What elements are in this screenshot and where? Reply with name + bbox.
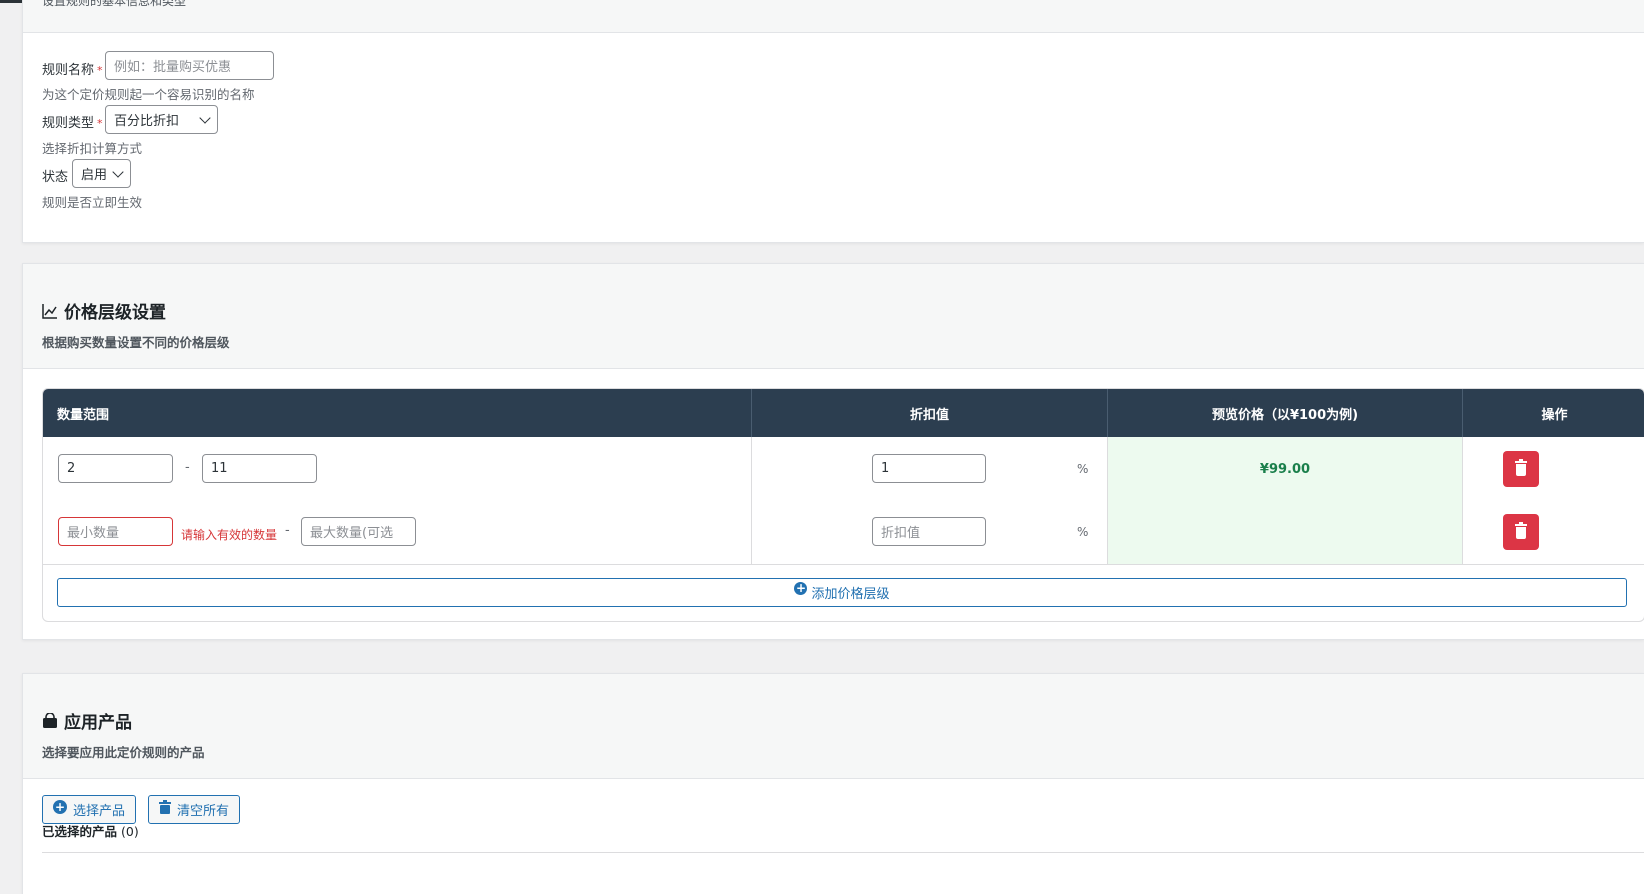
divider xyxy=(43,564,1644,565)
basic-info-subtitle: 设置规则的基本信息和类型 xyxy=(42,0,187,8)
chart-line-icon xyxy=(42,303,57,319)
selected-products-label: 已选择的产品 (0) xyxy=(42,824,139,839)
price-tiers-card: 价格层级设置 根据购买数量设置不同的价格层级 数量范围 折扣值 预览价格（以¥1… xyxy=(22,263,1644,640)
status-label: 状态 xyxy=(42,170,69,185)
table-row: 最小数量 请输入有效的数量 - 最大数量(可选 折扣值 % xyxy=(43,501,1644,565)
trash-icon xyxy=(1514,522,1528,540)
selected-count: (0) xyxy=(121,824,139,839)
products-card: 应用产品 选择要应用此定价规则的产品 + 选择产品 清空所有 已选择的产品 (0… xyxy=(22,673,1644,894)
discount-cell: 折扣值 % xyxy=(752,501,1108,565)
add-tier-button[interactable]: + 添加价格层级 xyxy=(57,578,1627,607)
rule-name-label: 规则名称 * xyxy=(42,63,103,78)
trash-icon xyxy=(1514,459,1528,477)
basic-info-card: 设置规则的基本信息和类型 规则名称 * 例如：批量购买优惠 为这个定价规则起一个容… xyxy=(22,0,1644,243)
col-actions: 操作 xyxy=(1541,407,1568,423)
range-dash: - xyxy=(285,523,290,538)
col-quantity-range: 数量范围 xyxy=(43,389,752,437)
basic-info-header: 设置规则的基本信息和类型 xyxy=(23,0,1644,33)
products-title: 应用产品 xyxy=(42,708,132,733)
rule-type-select[interactable]: 百分比折扣 xyxy=(105,105,218,134)
rule-type-label: 规则类型 * xyxy=(42,116,103,131)
price-tiers-subtitle: 根据购买数量设置不同的价格层级 xyxy=(42,335,230,350)
min-quantity-input[interactable]: 2 xyxy=(58,454,173,483)
actions-cell xyxy=(1463,437,1644,501)
status-select[interactable]: 启用 xyxy=(72,159,131,188)
clear-all-button[interactable]: 清空所有 xyxy=(148,795,241,824)
select-products-button[interactable]: + 选择产品 xyxy=(42,795,137,824)
chevron-down-icon xyxy=(199,111,211,124)
max-quantity-input[interactable]: 最大数量(可选 xyxy=(301,517,416,546)
validation-error: 请输入有效的数量 xyxy=(181,528,278,542)
price-tiers-header: 价格层级设置 根据购买数量设置不同的价格层级 xyxy=(23,264,1644,369)
percent-sign: % xyxy=(1077,462,1089,476)
delete-tier-button[interactable] xyxy=(1503,514,1539,550)
preview-price xyxy=(1108,501,1463,565)
col-discount: 折扣值 xyxy=(752,389,1108,437)
plus-circle-icon: + xyxy=(794,581,808,595)
trash-icon xyxy=(159,799,171,814)
percent-sign: % xyxy=(1077,525,1089,539)
max-quantity-input[interactable]: 11 xyxy=(202,454,317,483)
preview-price: ¥99.00 xyxy=(1108,437,1463,501)
tiers-table-header: 数量范围 折扣值 预览价格（以¥100为例) 操作 xyxy=(43,389,1644,437)
range-cell: 2 - 11 xyxy=(43,437,752,501)
table-row: 2 - 11 1 % ¥99.00 xyxy=(43,437,1644,501)
products-subtitle: 选择要应用此定价规则的产品 xyxy=(42,745,205,760)
discount-input[interactable]: 1 xyxy=(872,454,986,483)
price-tiers-title: 价格层级设置 xyxy=(42,298,166,323)
range-cell: 最小数量 请输入有效的数量 - 最大数量(可选 xyxy=(43,501,752,565)
col-preview: 预览价格（以¥100为例) xyxy=(1108,389,1463,437)
rule-name-help: 为这个定价规则起一个容易识别的名称 xyxy=(42,87,255,102)
shopping-bag-icon xyxy=(43,712,57,728)
divider xyxy=(42,852,1644,853)
range-dash: - xyxy=(185,460,190,475)
products-header: 应用产品 选择要应用此定价规则的产品 xyxy=(23,674,1644,779)
discount-input[interactable]: 折扣值 xyxy=(872,517,986,546)
plus-circle-icon: + xyxy=(53,799,67,814)
tiers-table: 数量范围 折扣值 预览价格（以¥100为例) 操作 2 - 11 1 % ¥99… xyxy=(42,388,1644,622)
required-mark: * xyxy=(97,64,103,77)
actions-cell xyxy=(1463,501,1644,565)
rule-type-help: 选择折扣计算方式 xyxy=(42,141,143,156)
rule-name-input[interactable]: 例如：批量购买优惠 xyxy=(105,51,274,80)
status-help: 规则是否立即生效 xyxy=(42,195,143,210)
chevron-down-icon xyxy=(112,165,124,178)
discount-cell: 1 % xyxy=(752,437,1108,501)
required-mark: * xyxy=(97,117,103,130)
min-quantity-input[interactable]: 最小数量 xyxy=(58,517,173,546)
delete-tier-button[interactable] xyxy=(1503,451,1539,487)
